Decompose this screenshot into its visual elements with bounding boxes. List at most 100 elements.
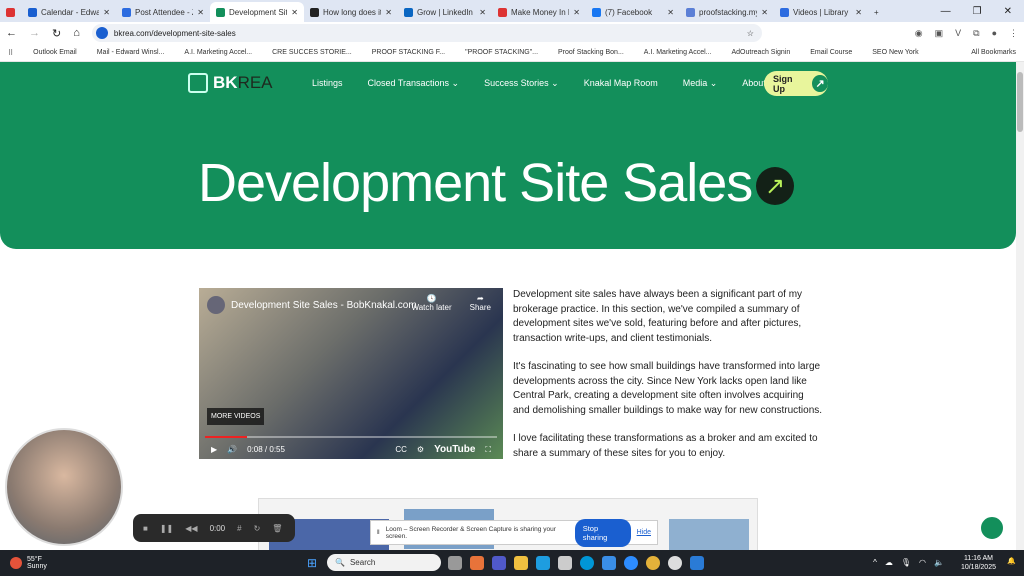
stop-sharing-button[interactable]: Stop sharing — [574, 518, 631, 547]
extension-icon[interactable]: V — [955, 28, 961, 39]
browser-tab[interactable]: Post Attendee - Zoo ✕ — [116, 2, 210, 22]
windows-start-icon[interactable]: ⊞ — [307, 556, 317, 570]
youtube-video-player[interactable]: Development Site Sales - BobKnakal.com 🕓… — [199, 288, 503, 459]
nav-item[interactable]: Closed Transactions ⌄ — [368, 78, 460, 89]
video-progress-bar[interactable] — [205, 436, 497, 438]
minimize-button[interactable]: — — [941, 6, 951, 17]
all-bookmarks-button[interactable]: All Bookmarks — [971, 49, 1016, 56]
close-tab-icon[interactable]: ✕ — [103, 8, 110, 17]
volume-icon[interactable]: 🔊 — [227, 445, 237, 454]
pause-icon[interactable]: ❚❚ — [160, 524, 173, 533]
forward-icon[interactable]: → — [29, 27, 40, 39]
mic-icon[interactable]: 🎙 — [901, 558, 911, 567]
hp-icon[interactable] — [580, 556, 594, 570]
close-window-button[interactable]: ✕ — [1004, 6, 1012, 17]
star-icon[interactable]: ☆ — [747, 29, 754, 38]
bookmark-item[interactable]: Mail - Edward Winsl... — [97, 49, 165, 56]
reload-icon[interactable]: ↻ — [52, 27, 61, 40]
drag-handle-icon[interactable]: ‖ — [377, 529, 380, 536]
bookmark-item[interactable]: SEO New York — [872, 49, 918, 56]
notifications-icon[interactable]: 🔔 — [1007, 557, 1016, 565]
restore-button[interactable]: ❐ — [973, 6, 982, 17]
browser-tab[interactable]: Make Money In Loc ✕ — [492, 2, 586, 22]
captions-icon[interactable]: CC — [395, 445, 407, 454]
settings-icon[interactable]: ⚙ — [417, 445, 424, 454]
nav-item[interactable]: Success Stories ⌄ — [484, 78, 559, 89]
restart-icon[interactable]: ↻ — [254, 524, 261, 533]
hide-button[interactable]: Hide — [637, 529, 651, 536]
browser-tab[interactable]: Videos | Library | Lo ✕ — [774, 2, 868, 22]
new-tab-button[interactable]: + — [868, 2, 888, 22]
menu-icon[interactable]: ⋮ — [1009, 28, 1018, 39]
trash-icon[interactable]: 🗑 — [272, 524, 282, 533]
stop-record-icon[interactable]: ■ — [143, 524, 148, 533]
close-tab-icon[interactable]: ✕ — [667, 8, 674, 17]
app-s-icon[interactable] — [690, 556, 704, 570]
weather-widget[interactable]: 55°F Sunny — [0, 556, 300, 570]
bookmark-item[interactable]: AdOutreach Signin — [731, 49, 790, 56]
nav-item[interactable]: Media ⌄ — [683, 78, 718, 89]
bookmark-item[interactable]: "PROOF STACKING"... — [465, 49, 538, 56]
browser-tab[interactable]: Development Site Sales ✕ — [210, 2, 304, 22]
volume-icon[interactable]: 🔈 — [934, 558, 944, 567]
sign-up-button[interactable]: Sign Up ↗ — [764, 71, 828, 96]
browser-tab[interactable]: proofstacking.mysi ✕ — [680, 2, 774, 22]
youtube-logo[interactable]: YouTube — [434, 444, 475, 455]
cloud-icon[interactable]: ☁ — [885, 558, 893, 567]
app-icon[interactable] — [602, 556, 616, 570]
nav-item[interactable]: Listings — [312, 78, 343, 89]
browser-tab[interactable]: Calendar - Edward W✕ — [22, 2, 116, 22]
video-title[interactable]: Development Site Sales - BobKnakal.com — [231, 300, 417, 311]
extension-icon[interactable]: ◉ — [915, 28, 923, 39]
bookmark-item[interactable]: A.I. Marketing Accel... — [644, 49, 712, 56]
store-icon[interactable] — [558, 556, 572, 570]
site-info-icon[interactable] — [95, 27, 108, 39]
watch-later-button[interactable]: 🕓 Watch later — [411, 294, 451, 312]
nav-item[interactable]: Knakal Map Room — [584, 78, 658, 89]
rewind-icon[interactable]: ◀◀ — [185, 524, 197, 533]
edge-icon[interactable] — [536, 556, 550, 570]
zoom-icon[interactable] — [624, 556, 638, 570]
puzzle-icon[interactable]: ⧉ — [973, 28, 979, 39]
browser-tab[interactable] — [0, 2, 22, 22]
copilot-icon[interactable] — [470, 556, 484, 570]
close-tab-icon[interactable]: ✕ — [479, 8, 486, 17]
extension-icon[interactable]: ▣ — [935, 28, 944, 39]
webcam-bubble[interactable] — [5, 428, 123, 546]
back-icon[interactable]: ← — [6, 27, 17, 39]
chrome-profile-icon[interactable] — [668, 556, 682, 570]
channel-avatar[interactable] — [207, 296, 225, 314]
home-icon[interactable]: ⌂ — [73, 27, 80, 39]
clock[interactable]: 11:16 AM 10/18/2025 — [961, 554, 996, 572]
browser-tab[interactable]: How long does it ta✕ — [304, 2, 398, 22]
file-explorer-icon[interactable] — [514, 556, 528, 570]
bookmark-item[interactable]: PROOF STACKING F... — [372, 49, 445, 56]
bookmark-item[interactable]: CRE SUCCES STORIE... — [272, 49, 352, 56]
fullscreen-icon[interactable]: ⛶ — [485, 445, 491, 455]
close-tab-icon[interactable]: ✕ — [291, 8, 298, 17]
url-input[interactable]: bkrea.com/development-site-sales ☆ — [91, 24, 762, 42]
chevron-up-icon[interactable]: ^ — [873, 558, 877, 567]
taskbar-search[interactable]: 🔍 Search — [327, 554, 441, 571]
draw-icon[interactable]: # — [237, 524, 241, 533]
close-tab-icon[interactable]: ✕ — [761, 8, 768, 17]
more-videos-button[interactable]: MORE VIDEOS — [207, 408, 265, 425]
teams-icon[interactable] — [492, 556, 506, 570]
browser-tab[interactable]: Grow | LinkedIn ✕ — [398, 2, 492, 22]
bookmark-item[interactable]: Outlook Email — [33, 49, 77, 56]
close-tab-icon[interactable]: ✕ — [385, 8, 392, 17]
play-icon[interactable]: ▶ — [211, 445, 217, 454]
close-tab-icon[interactable]: ✕ — [855, 8, 862, 17]
task-view-icon[interactable] — [448, 556, 462, 570]
chrome-icon[interactable] — [646, 556, 660, 570]
bookmark-item[interactable]: Email Course — [810, 49, 852, 56]
chat-widget-button[interactable] — [979, 515, 1005, 541]
share-button[interactable]: ➦ Share — [470, 294, 491, 312]
profile-avatar[interactable]: ● — [992, 28, 997, 39]
close-tab-icon[interactable]: ✕ — [573, 8, 580, 17]
close-tab-icon[interactable]: ✕ — [197, 8, 204, 17]
bookmark-item[interactable]: Proof Stacking Bon... — [558, 49, 624, 56]
browser-tab[interactable]: (7) Facebook ✕ — [586, 2, 680, 22]
scrollbar[interactable] — [1016, 62, 1024, 550]
wifi-icon[interactable]: ◠ — [919, 558, 926, 567]
